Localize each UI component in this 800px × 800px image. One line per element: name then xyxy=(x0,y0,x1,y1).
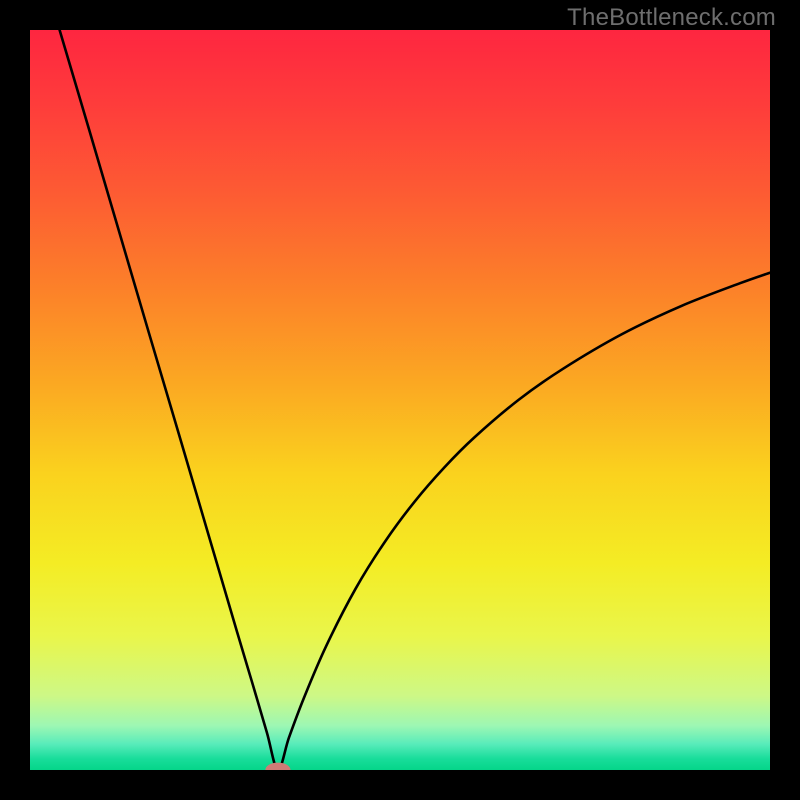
chart-container: TheBottleneck.com xyxy=(0,0,800,800)
gradient-background xyxy=(30,30,770,770)
plot-area xyxy=(30,30,770,770)
chart-svg xyxy=(30,30,770,770)
watermark-text: TheBottleneck.com xyxy=(567,4,776,32)
